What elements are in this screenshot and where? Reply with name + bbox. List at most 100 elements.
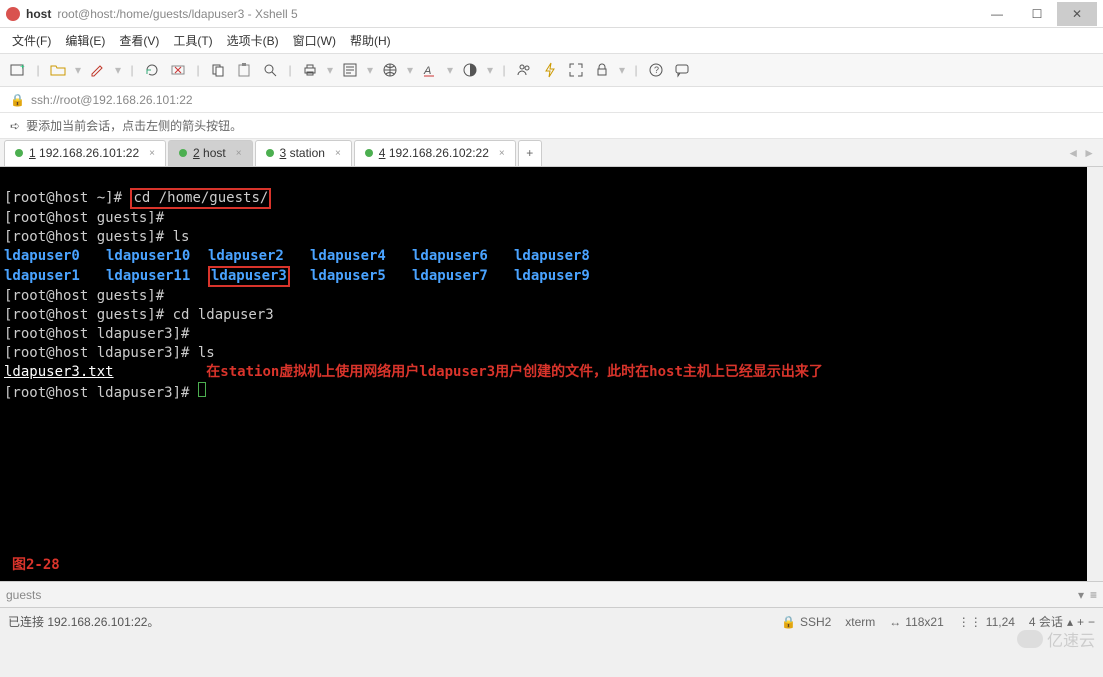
copy-icon[interactable]	[206, 58, 230, 82]
terminal[interactable]: [root@host ~]# cd /home/guests/ [root@ho…	[0, 167, 1103, 581]
address-url[interactable]: ssh://root@192.168.26.101:22	[31, 93, 193, 107]
tab-close-icon[interactable]: ×	[236, 148, 242, 159]
status-dot-icon	[365, 149, 373, 157]
ls-item-highlighted: ldapuser3	[208, 266, 290, 287]
watermark-text: 亿速云	[1047, 627, 1095, 651]
terminal-line: [root@host guests]# ls	[4, 229, 189, 245]
users-icon[interactable]	[512, 58, 536, 82]
color-icon[interactable]	[458, 58, 482, 82]
info-text: 要添加当前会话，点击左侧的箭头按钮。	[26, 117, 242, 134]
session-tabs: 1 192.168.26.101:22 × 2 host × 3 station…	[0, 139, 1103, 167]
arrow-hint-icon[interactable]: ➪	[10, 119, 20, 133]
terminal-line: [root@host guests]#	[4, 210, 164, 226]
fullscreen-icon[interactable]	[564, 58, 588, 82]
status-dot-icon	[15, 149, 23, 157]
highlighted-cmd: cd /home/guests/	[130, 188, 271, 209]
reconnect-icon[interactable]	[140, 58, 164, 82]
lightning-icon[interactable]	[538, 58, 562, 82]
tab-2[interactable]: 2 host ×	[168, 140, 253, 166]
tab-close-icon[interactable]: ×	[335, 148, 341, 159]
ls-item: ldapuser9	[514, 267, 616, 286]
toolbar-separator: |	[192, 63, 204, 77]
tab-number: 2	[193, 146, 200, 160]
toolbar-separator: |	[630, 63, 642, 77]
toolbar-separator: |	[284, 63, 296, 77]
ls-item: ldapuser0	[4, 247, 106, 266]
status-ssh: SSH2	[800, 615, 831, 629]
compose-input[interactable]: guests	[6, 588, 41, 602]
menu-bar: 文件(F) 编辑(E) 查看(V) 工具(T) 选项卡(B) 窗口(W) 帮助(…	[0, 28, 1103, 53]
tab-close-icon[interactable]: ×	[149, 148, 155, 159]
menu-file[interactable]: 文件(F)	[12, 32, 51, 49]
terminal-line: [root@host guests]#	[4, 288, 164, 304]
annotation-text: 在station虚拟机上使用网络用户ldapuser3用户创建的文件，此时在ho…	[206, 364, 823, 380]
ls-item: ldapuser6	[412, 247, 514, 266]
tab-3[interactable]: 3 station ×	[255, 140, 352, 166]
title-host: host	[26, 7, 51, 21]
toolbar-separator: |	[32, 63, 44, 77]
title-bar: host root@host:/home/guests/ldapuser3 - …	[0, 0, 1103, 28]
ls-item: ldapuser2	[208, 247, 310, 266]
terminal-line: [root@host ldapuser3]#	[4, 326, 189, 342]
globe-icon[interactable]	[378, 58, 402, 82]
terminal-scrollbar[interactable]	[1087, 167, 1103, 581]
lock-icon[interactable]	[590, 58, 614, 82]
tab-number: 3	[280, 146, 287, 160]
minimize-button[interactable]: —	[977, 2, 1017, 26]
menu-help[interactable]: 帮助(H)	[350, 32, 391, 49]
compose-menu-icon[interactable]: ≡	[1090, 588, 1097, 602]
tab-next-icon[interactable]: ►	[1083, 146, 1095, 160]
search-icon[interactable]	[258, 58, 282, 82]
tab-number: 1	[29, 146, 36, 160]
status-dot-icon	[179, 149, 187, 157]
tab-prev-icon[interactable]: ◄	[1067, 146, 1079, 160]
toolbar: + | ▾ ▾ | | | ▾ ▾ ▾ A ▾ ▾ | ▾ | ?	[0, 53, 1103, 87]
paste-icon[interactable]	[232, 58, 256, 82]
ls-item: ldapuser4	[310, 247, 412, 266]
ls-item: ldapuser8	[514, 247, 616, 266]
toolbar-separator: |	[126, 63, 138, 77]
ls-item: ldapuser7	[412, 267, 514, 286]
watermark: 亿速云	[1017, 627, 1095, 651]
help-icon[interactable]: ?	[644, 58, 668, 82]
terminal-line: [root@host ldapuser3]#	[4, 385, 198, 401]
cloud-icon	[1017, 630, 1043, 648]
tab-add-button[interactable]: +	[518, 140, 542, 166]
tab-label: station	[290, 146, 325, 160]
ls-item: ldapuser5	[310, 267, 412, 286]
disconnect-icon[interactable]	[166, 58, 190, 82]
lock-small-icon: 🔒	[10, 93, 25, 107]
svg-text:+: +	[20, 62, 25, 71]
new-session-icon[interactable]: +	[6, 58, 30, 82]
tab-nav: ◄ ►	[1067, 146, 1103, 160]
address-bar: 🔒 ssh://root@192.168.26.101:22	[0, 87, 1103, 113]
tab-1[interactable]: 1 192.168.26.101:22 ×	[4, 140, 166, 166]
tab-label: 192.168.26.101:22	[39, 146, 139, 160]
menu-edit[interactable]: 编辑(E)	[65, 32, 105, 49]
ls-item: ldapuser11	[106, 267, 208, 286]
tab-4[interactable]: 4 192.168.26.102:22 ×	[354, 140, 516, 166]
status-term: xterm	[845, 615, 875, 629]
open-icon[interactable]	[46, 58, 70, 82]
compose-bar: guests ▾ ≡	[0, 581, 1103, 607]
print-icon[interactable]	[298, 58, 322, 82]
tab-label: host	[203, 146, 226, 160]
maximize-button[interactable]: ☐	[1017, 2, 1057, 26]
tab-close-icon[interactable]: ×	[499, 148, 505, 159]
title-path: root@host:/home/guests/ldapuser3 - Xshel…	[57, 7, 297, 21]
menu-view[interactable]: 查看(V)	[119, 32, 159, 49]
menu-tabs[interactable]: 选项卡(B)	[227, 32, 279, 49]
properties-icon[interactable]	[338, 58, 362, 82]
menu-window[interactable]: 窗口(W)	[293, 32, 336, 49]
compose-dropdown-icon[interactable]: ▾	[1078, 588, 1084, 602]
svg-text:?: ?	[654, 65, 659, 75]
font-icon[interactable]: A	[418, 58, 442, 82]
svg-text:A: A	[423, 65, 431, 77]
toolbar-separator: |	[498, 63, 510, 77]
chat-icon[interactable]	[670, 58, 694, 82]
info-bar: ➪ 要添加当前会话，点击左侧的箭头按钮。	[0, 113, 1103, 139]
menu-tools[interactable]: 工具(T)	[173, 32, 212, 49]
close-button[interactable]: ✕	[1057, 2, 1097, 26]
edit-icon[interactable]	[86, 58, 110, 82]
ssh-icon: 🔒	[781, 615, 796, 629]
